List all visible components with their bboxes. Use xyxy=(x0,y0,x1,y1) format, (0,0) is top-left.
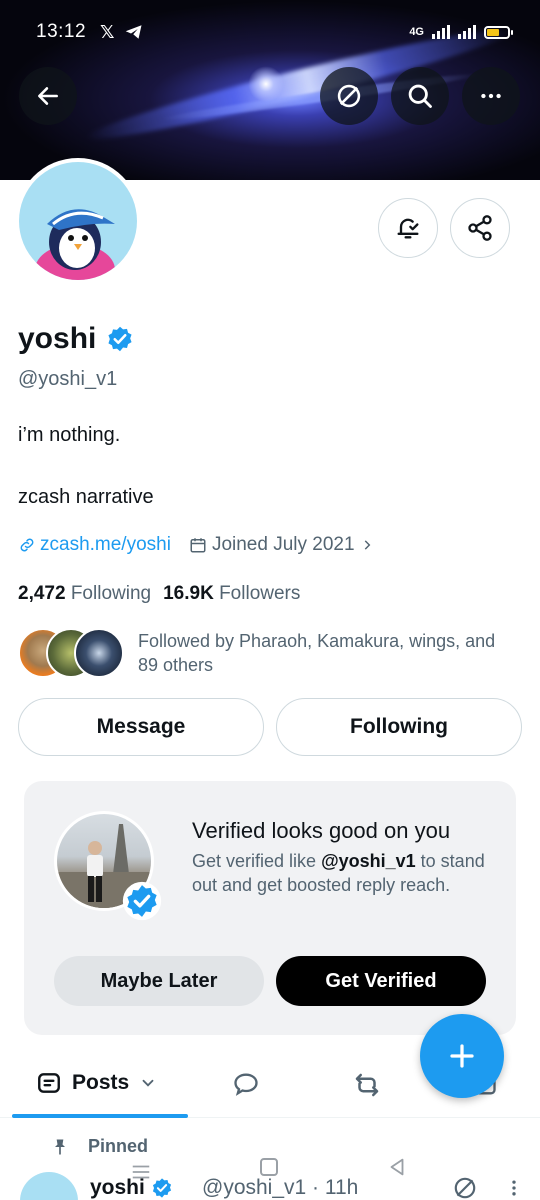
follower-avatar xyxy=(74,628,124,678)
arrow-left-icon xyxy=(38,87,58,105)
followers-label: Followers xyxy=(219,583,301,604)
network-type: 4G xyxy=(409,26,424,38)
battery-icon xyxy=(484,25,513,39)
profile-joined[interactable]: Joined July 2021 xyxy=(189,534,374,556)
get-verified-button[interactable]: Get Verified xyxy=(276,956,486,1006)
tab-posts-label: Posts xyxy=(72,1071,130,1094)
tab-posts[interactable]: Posts xyxy=(36,1070,157,1096)
home-nav-icon[interactable] xyxy=(260,1158,278,1176)
zcash-tip-button[interactable] xyxy=(320,67,378,125)
verified-badge-icon xyxy=(122,881,162,926)
calendar-icon xyxy=(190,538,206,553)
verified-card-text-pre: Get verified like xyxy=(192,851,322,871)
share-profile-button[interactable] xyxy=(450,198,510,258)
status-bar: 13:12 𝕏 4G xyxy=(36,18,513,46)
posts-filter-icon xyxy=(38,1073,60,1093)
maybe-later-button[interactable]: Maybe Later xyxy=(54,956,264,1006)
profile-joined-text: Joined July 2021 xyxy=(211,534,355,555)
verified-card-text: Get verified like @yoshi_v1 to stand out… xyxy=(192,849,492,897)
telegram-icon xyxy=(125,25,142,39)
profile-bio-line-1: i’m nothing. xyxy=(18,424,121,446)
followed-by-row[interactable]: Followed by Pharaoh, Kamakura, wings, an… xyxy=(18,628,508,678)
following-count-link[interactable]: 2,472 Following xyxy=(18,583,151,605)
back-button[interactable] xyxy=(19,67,77,125)
zcash-icon xyxy=(337,84,361,108)
more-horizontal-icon xyxy=(481,93,501,99)
followed-by-avatars xyxy=(18,628,124,678)
reply-icon xyxy=(234,1073,258,1096)
profile-bio-line-2: zcash narrative xyxy=(18,486,154,508)
compose-button[interactable] xyxy=(420,1014,504,1098)
tab-reposts[interactable] xyxy=(352,1070,382,1105)
following-count: 2,472 xyxy=(18,583,66,604)
recent-apps-icon[interactable] xyxy=(130,1162,152,1182)
plus-icon xyxy=(450,1044,474,1068)
verified-upsell-card: Verified looks good on you Get verified … xyxy=(24,781,516,1035)
active-tab-indicator xyxy=(12,1114,188,1118)
penguin-avatar-image xyxy=(19,162,137,280)
bell-check-icon xyxy=(397,218,419,239)
banner-glow xyxy=(248,66,284,102)
x-app-icon: 𝕏 xyxy=(100,21,115,42)
follow-counts: 2,472 Following 16.9K Followers xyxy=(18,583,300,605)
repost-icon xyxy=(355,1073,379,1097)
chevron-right-icon xyxy=(364,540,370,550)
verified-card-handle: @yoshi_v1 xyxy=(321,851,416,871)
back-nav-icon[interactable] xyxy=(386,1156,408,1178)
search-button[interactable] xyxy=(391,67,449,125)
search-icon xyxy=(408,84,432,108)
verified-badge-icon xyxy=(108,326,132,352)
message-button[interactable]: Message xyxy=(18,698,264,756)
verified-card-title: Verified looks good on you xyxy=(192,818,451,843)
notifications-button[interactable] xyxy=(378,198,438,258)
profile-handle: @yoshi_v1 xyxy=(18,368,118,390)
followed-by-text: Followed by Pharaoh, Kamakura, wings, an… xyxy=(138,631,496,675)
signal-icon xyxy=(432,25,450,39)
link-icon xyxy=(20,538,34,552)
profile-link-text: zcash.me/yoshi xyxy=(40,534,171,555)
status-time: 13:12 xyxy=(36,21,87,42)
chevron-down-icon xyxy=(142,1079,154,1087)
profile-meta: zcash.me/yoshi Joined July 2021 xyxy=(18,534,374,556)
following-button[interactable]: Following xyxy=(276,698,522,756)
share-icon xyxy=(468,215,492,241)
signal-icon-2 xyxy=(458,25,476,39)
following-label: Following xyxy=(70,583,152,604)
followers-count: 16.9K xyxy=(163,583,214,604)
more-button[interactable] xyxy=(462,67,520,125)
profile-name-text: yoshi xyxy=(18,322,97,355)
profile-name: yoshi xyxy=(18,322,134,356)
profile-link[interactable]: zcash.me/yoshi xyxy=(18,534,171,556)
profile-avatar[interactable] xyxy=(15,158,141,284)
followers-count-link[interactable]: 16.9K Followers xyxy=(163,583,300,605)
system-navigation-bar xyxy=(0,1150,540,1190)
tab-replies[interactable] xyxy=(232,1070,260,1103)
